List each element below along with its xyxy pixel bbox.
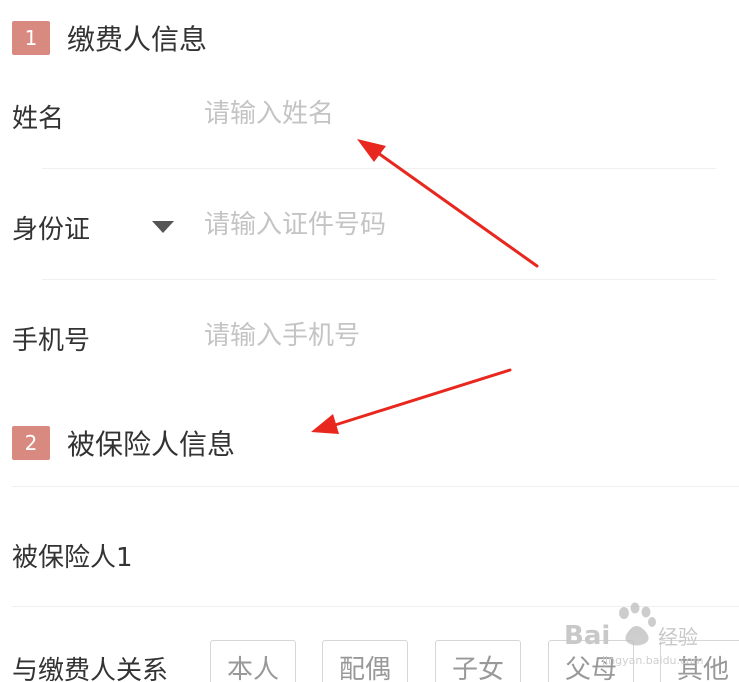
name-label: 姓名 [12, 104, 65, 134]
relation-label: 与缴费人关系 [12, 656, 169, 682]
relation-option-spouse[interactable]: 配偶 [322, 640, 408, 682]
divider [42, 279, 716, 280]
payer-section-header: 1 缴费人信息 [12, 21, 208, 56]
id-type-dropdown[interactable] [146, 212, 180, 242]
relation-option-self[interactable]: 本人 [210, 640, 296, 682]
section-number-badge: 1 [12, 21, 50, 55]
insured-section-header: 2 被保险人信息 [12, 426, 236, 461]
red-arrow-icon [311, 368, 512, 434]
id-number-input[interactable] [204, 205, 704, 245]
red-arrow-icon [357, 139, 539, 268]
section-title: 缴费人信息 [67, 23, 208, 56]
divider [12, 606, 739, 607]
section-number-badge: 2 [12, 426, 50, 460]
section-title: 被保险人信息 [67, 428, 236, 461]
phone-label: 手机号 [12, 326, 91, 356]
relation-option-parent[interactable]: 父母 [548, 640, 634, 682]
insured-person-label: 被保险人1 [12, 543, 133, 573]
insurance-form-page: 1 缴费人信息 姓名 身份证 手机号 2 被保险人信息 被保险人1 与缴费人关系… [0, 0, 739, 682]
divider [42, 168, 716, 169]
relation-option-child[interactable]: 子女 [435, 640, 521, 682]
divider [12, 486, 739, 487]
dropdown-triangle-icon [152, 221, 174, 233]
phone-input[interactable] [204, 316, 704, 356]
relation-option-other[interactable]: 其他 [660, 640, 739, 682]
name-input[interactable] [204, 94, 704, 134]
id-label: 身份证 [12, 215, 91, 245]
